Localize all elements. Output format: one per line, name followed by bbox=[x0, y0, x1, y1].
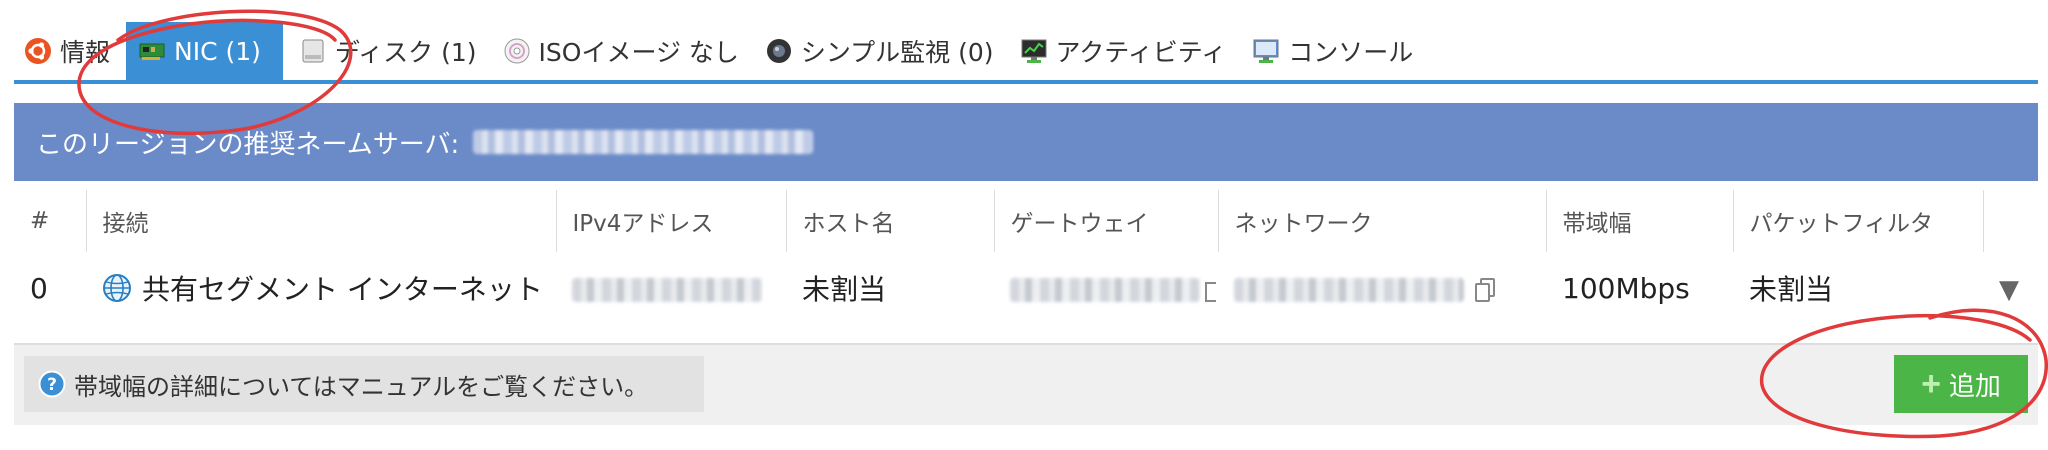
add-button-label: 追加 bbox=[1948, 370, 2001, 401]
network-redacted bbox=[1234, 277, 1464, 302]
monitor-chart-icon bbox=[1021, 39, 1047, 63]
nic-table: # 接続 IPv4アドレス ホスト名 ゲートウェイ ネットワーク 帯域幅 パケッ… bbox=[14, 190, 2038, 324]
row-index: 0 bbox=[30, 271, 48, 305]
nameserver-banner: このリージョンの推奨ネームサーバ: bbox=[14, 103, 2038, 181]
tab-label: 情報 bbox=[60, 38, 111, 67]
disk-icon bbox=[302, 39, 324, 63]
row-connection: 共有セグメント インターネット bbox=[86, 252, 556, 324]
globe-icon bbox=[103, 274, 131, 302]
tab-label: ISOイメージ なし bbox=[538, 38, 739, 67]
tab-label: コンソール bbox=[1288, 38, 1414, 67]
tab-iso[interactable]: ISOイメージ なし bbox=[493, 22, 749, 80]
row-ipv4 bbox=[556, 252, 786, 324]
row-network bbox=[1218, 252, 1546, 324]
svg-text:?: ? bbox=[47, 375, 57, 395]
tab-console[interactable]: コンソール bbox=[1242, 22, 1423, 80]
table-header-row: # 接続 IPv4アドレス ホスト名 ゲートウェイ ネットワーク 帯域幅 パケッ… bbox=[14, 190, 2038, 252]
row-bandwidth: 100Mbps bbox=[1562, 271, 1690, 305]
table-footer: ? 帯域幅の詳細についてはマニュアルをご覧ください。 + 追加 bbox=[14, 343, 2038, 425]
tab-bar: 情報 NIC (1) ディスク (1) ISOイメージ なし シンプル監視 (0… bbox=[14, 22, 2038, 84]
col-index: # bbox=[30, 208, 50, 234]
row-packet-filter: 未割当 bbox=[1749, 273, 1834, 306]
nameserver-label: このリージョンの推奨ネームサーバ: bbox=[36, 129, 460, 160]
cd-icon bbox=[504, 38, 530, 64]
tab-activity[interactable]: アクティビティ bbox=[1010, 22, 1237, 80]
console-icon bbox=[1253, 39, 1279, 63]
camera-icon bbox=[766, 39, 791, 63]
tab-disk[interactable]: ディスク (1) bbox=[289, 22, 487, 80]
help-note: ? 帯域幅の詳細についてはマニュアルをご覧ください。 bbox=[24, 356, 704, 412]
tab-label: ディスク (1) bbox=[334, 38, 477, 67]
col-hostname: ホスト名 bbox=[785, 190, 994, 252]
tab-label: シンプル監視 (0) bbox=[800, 38, 994, 67]
connection-label: 共有セグメント インターネット bbox=[142, 273, 543, 306]
help-text: 帯域幅の詳細についてはマニュアルをご覧ください。 bbox=[74, 372, 649, 401]
tab-label: アクティビティ bbox=[1055, 38, 1227, 67]
col-ipv4: IPv4アドレス bbox=[555, 190, 786, 252]
plus-icon: + bbox=[1921, 364, 1941, 403]
ubuntu-icon bbox=[25, 38, 51, 64]
tab-nic[interactable]: NIC (1) bbox=[126, 22, 283, 80]
copy-icon[interactable] bbox=[1204, 277, 1216, 303]
add-button[interactable]: + 追加 bbox=[1894, 355, 2028, 413]
col-bandwidth: 帯域幅 bbox=[1545, 190, 1733, 252]
col-actions bbox=[1982, 190, 2038, 252]
col-gateway: ゲートウェイ bbox=[993, 190, 1218, 252]
row-actions: ▼ bbox=[1983, 252, 2038, 324]
row-hostname: 未割当 bbox=[802, 273, 887, 306]
gateway-redacted bbox=[1010, 277, 1200, 302]
col-packet-filter: パケットフィルタ bbox=[1732, 190, 1983, 252]
row-menu-caret-icon[interactable]: ▼ bbox=[1999, 275, 2019, 305]
nameserver-value-redacted bbox=[473, 130, 814, 154]
copy-icon[interactable] bbox=[1474, 277, 1496, 303]
ipv4-redacted bbox=[572, 277, 762, 302]
network-card-icon bbox=[139, 43, 165, 60]
tab-simple-monitor[interactable]: シンプル監視 (0) bbox=[755, 22, 1004, 80]
col-network: ネットワーク bbox=[1217, 190, 1546, 252]
tab-label: NIC (1) bbox=[174, 36, 261, 66]
row-gateway bbox=[994, 252, 1218, 324]
table-row: 0 共有セグメント インターネット 未割当 100Mbps 未割当 ▼ bbox=[14, 252, 2038, 324]
tab-info[interactable]: 情報 bbox=[14, 22, 120, 80]
col-connection: 接続 bbox=[85, 190, 556, 252]
help-icon: ? bbox=[38, 370, 66, 398]
